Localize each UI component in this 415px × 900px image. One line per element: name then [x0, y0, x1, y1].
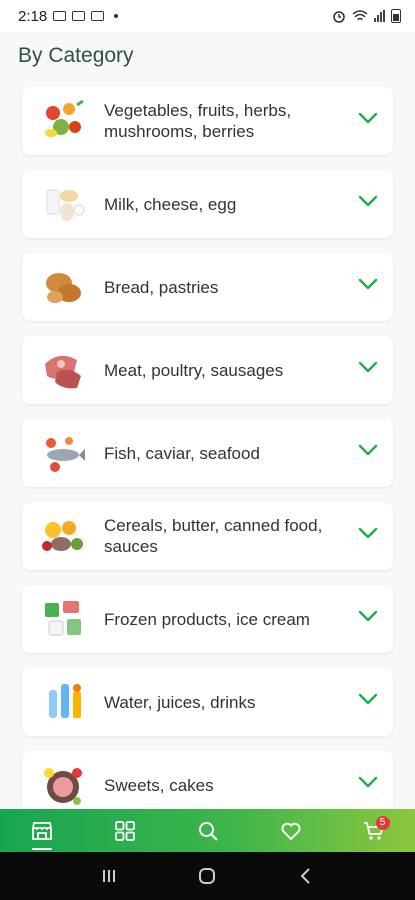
category-card[interactable]: Fish, caviar, seafood: [22, 419, 393, 487]
category-label: Fish, caviar, seafood: [104, 443, 260, 463]
meat-icon: [45, 355, 81, 389]
back-icon[interactable]: [295, 865, 317, 887]
cart-count-badge: 5: [375, 815, 390, 830]
home-icon[interactable]: [196, 865, 218, 887]
wifi-icon: [352, 10, 368, 21]
bottom-navigation: 5: [0, 809, 415, 852]
category-label: Bread, pastries: [104, 277, 219, 297]
notification-icon: [91, 11, 105, 21]
vegetables-icon: [45, 99, 84, 137]
heart-icon: [281, 822, 300, 840]
more-notifications-icon: [114, 14, 119, 18]
recent-apps-icon[interactable]: [98, 865, 120, 887]
page-title: By Category: [18, 44, 134, 67]
chevron-down-icon[interactable]: [357, 609, 379, 623]
store-icon: [31, 821, 52, 840]
status-time: 2:18: [18, 7, 48, 25]
search-icon: [198, 821, 218, 841]
category-card[interactable]: Frozen products, ice cream: [22, 585, 393, 653]
sweets-icon: [44, 768, 82, 805]
category-label: Vegetables, fruits, herbs, mushrooms, be…: [104, 101, 292, 141]
category-label: Meat, poultry, sausages: [104, 360, 284, 380]
frozen-icon: [45, 601, 81, 636]
category-label: Sweets, cakes: [104, 775, 214, 795]
category-card[interactable]: Milk, cheese, egg: [22, 170, 393, 238]
battery-icon: [391, 9, 401, 23]
dairy-icon: [46, 189, 85, 221]
chevron-down-icon[interactable]: [357, 775, 379, 789]
main-content: By Category Vegetables, fruits, herbs, m…: [0, 32, 415, 809]
category-card[interactable]: Vegetables, fruits, herbs, mushrooms, be…: [22, 87, 393, 155]
system-navigation-bar: [0, 852, 415, 900]
status-bar: 2:18: [0, 0, 415, 32]
chevron-down-icon[interactable]: [357, 111, 379, 125]
category-card[interactable]: Meat, poultry, sausages: [22, 336, 393, 404]
category-label: Milk, cheese, egg: [104, 194, 237, 214]
fish-icon: [46, 437, 85, 472]
signal-icon: [374, 10, 385, 22]
screen-icon: [53, 11, 67, 21]
cereals-icon: [42, 521, 83, 551]
nav-catalog[interactable]: [105, 811, 145, 851]
category-card[interactable]: Water, juices, drinks: [22, 668, 393, 736]
category-label: Frozen products, ice cream: [104, 609, 310, 629]
category-list: Vegetables, fruits, herbs, mushrooms, be…: [22, 87, 393, 809]
chevron-down-icon[interactable]: [357, 194, 379, 208]
category-card[interactable]: Sweets, cakes: [22, 751, 393, 809]
nav-favorites[interactable]: [271, 811, 311, 851]
category-card[interactable]: Bread, pastries: [22, 253, 393, 321]
category-card[interactable]: Cereals, butter, canned food, sauces: [22, 502, 393, 570]
chevron-down-icon[interactable]: [357, 526, 379, 540]
drinks-icon: [49, 684, 81, 718]
catalog-grid-icon: [114, 820, 135, 841]
chevron-down-icon[interactable]: [357, 692, 379, 706]
chevron-down-icon[interactable]: [357, 277, 379, 291]
nav-cart[interactable]: 5: [354, 811, 394, 851]
nav-search[interactable]: [188, 811, 228, 851]
bread-icon: [46, 273, 81, 303]
image-icon: [72, 11, 86, 21]
category-label: Water, juices, drinks: [104, 692, 256, 712]
chevron-down-icon[interactable]: [357, 443, 379, 457]
status-left: 2:18: [18, 7, 119, 25]
alarm-icon: [333, 11, 345, 23]
nav-store[interactable]: [22, 811, 62, 851]
status-right: [332, 9, 401, 23]
category-label: Cereals, butter, canned food, sauces: [104, 516, 323, 556]
chevron-down-icon[interactable]: [357, 360, 379, 374]
